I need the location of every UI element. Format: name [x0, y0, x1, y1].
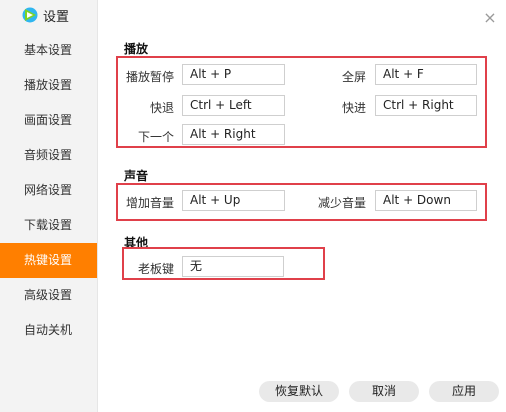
- hotkey-input-fullscreen[interactable]: Alt + F: [375, 64, 477, 85]
- hotkey-input-volume-up[interactable]: Alt + Up: [182, 190, 285, 211]
- hotkey-input-rewind[interactable]: Ctrl + Left: [182, 95, 285, 116]
- hotkey-input-play-pause[interactable]: Alt + P: [182, 64, 285, 85]
- restore-default-button[interactable]: 恢复默认: [259, 381, 339, 402]
- sidebar-item-auto-shutdown[interactable]: 自动关机: [0, 313, 97, 348]
- hotkey-input-next[interactable]: Alt + Right: [182, 124, 285, 145]
- label-volume-up: 增加音量: [125, 196, 174, 210]
- window-title: 设置: [43, 9, 70, 25]
- sidebar-item-hotkeys[interactable]: 热键设置: [0, 243, 97, 278]
- section-title-sound: 声音: [124, 169, 149, 183]
- label-boss-key: 老板键: [137, 262, 174, 276]
- hotkey-input-volume-down[interactable]: Alt + Down: [375, 190, 477, 211]
- label-volume-down: 减少音量: [317, 196, 366, 210]
- sidebar-item-basic[interactable]: 基本设置: [0, 33, 97, 68]
- label-rewind: 快退: [149, 101, 174, 115]
- hotkey-input-forward[interactable]: Ctrl + Right: [375, 95, 477, 116]
- label-forward: 快进: [341, 101, 366, 115]
- sidebar-item-advanced[interactable]: 高级设置: [0, 278, 97, 313]
- app-logo-icon: [22, 7, 38, 23]
- sidebar: 设置 基本设置 播放设置 画面设置 音频设置 网络设置 下载设置 热键设置 高级…: [0, 0, 98, 412]
- sidebar-item-download[interactable]: 下载设置: [0, 208, 97, 243]
- label-play-pause: 播放暂停: [125, 70, 174, 84]
- sidebar-item-network[interactable]: 网络设置: [0, 173, 97, 208]
- sidebar-item-playback[interactable]: 播放设置: [0, 68, 97, 103]
- settings-nav: 基本设置 播放设置 画面设置 音频设置 网络设置 下载设置 热键设置 高级设置 …: [0, 33, 97, 348]
- label-next: 下一个: [137, 130, 174, 144]
- label-fullscreen: 全屏: [341, 70, 366, 84]
- apply-button[interactable]: 应用: [429, 381, 499, 402]
- sidebar-item-audio[interactable]: 音频设置: [0, 138, 97, 173]
- app-title: 设置: [22, 6, 70, 25]
- cancel-button[interactable]: 取消: [349, 381, 419, 402]
- sidebar-item-picture[interactable]: 画面设置: [0, 103, 97, 138]
- section-title-playback: 播放: [124, 42, 149, 56]
- hotkey-input-boss-key[interactable]: 无: [182, 256, 284, 277]
- close-icon[interactable]: ×: [480, 8, 500, 28]
